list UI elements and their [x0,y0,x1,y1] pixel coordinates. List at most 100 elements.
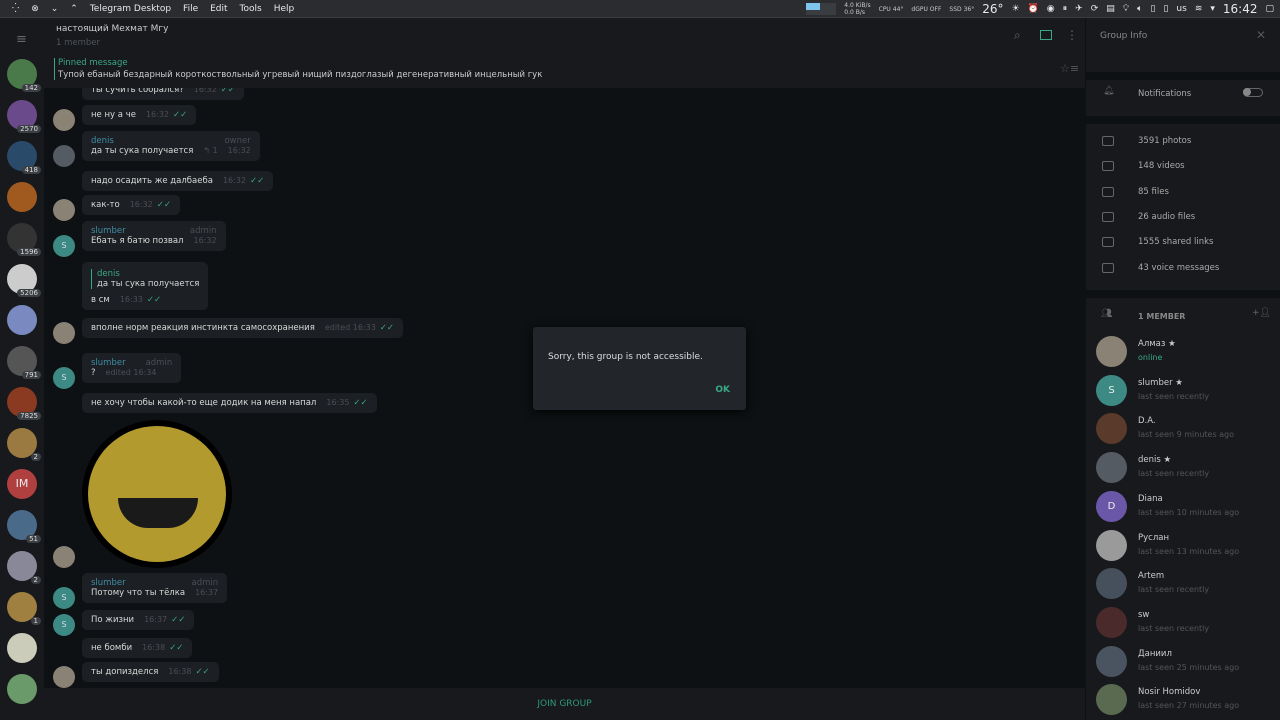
chevron-down-icon[interactable]: ⌄ [51,4,59,14]
wifi-icon[interactable]: ≋ [1195,4,1203,14]
weather-temp[interactable]: 26° [982,2,1003,16]
message-bubble[interactable]: slumber admin? edited 16:34 [82,353,182,383]
chat-list-item[interactable]: 7825 [7,387,41,420]
user-avatar[interactable] [53,145,75,167]
sender-name[interactable]: slumber [91,226,126,236]
search-icon[interactable]: ⌕ [1014,28,1021,43]
message-bubble[interactable]: slumber admin Ебать я батю позвал 16:32 [82,221,226,251]
close-window-icon[interactable]: ⊗ [31,4,39,14]
telegram-icon[interactable]: ✈ [1075,4,1083,14]
sender-name[interactable]: slumber [91,578,126,588]
shared-media-item[interactable]: 3591 photos [1138,136,1191,146]
sender-name[interactable]: denis [91,136,114,146]
message-bubble[interactable]: slumber admin Потому что ты тёлка 16:37 [82,573,228,603]
user-avatar[interactable]: S [53,587,75,609]
user-avatar[interactable] [53,322,75,344]
pause-icon[interactable]: ⏸ [1063,4,1068,14]
more-icon[interactable]: ⋮ [1066,28,1078,42]
message-bubble[interactable]: denis owner да ты сука получается ↰ 1 16:32 [82,131,260,161]
member-item[interactable]: Алмаз ★ online [1096,336,1280,368]
shared-media-item[interactable]: 85 files [1138,187,1169,197]
chat-list-item[interactable]: 5206 [7,264,41,297]
chat-list-item[interactable]: 51 [7,510,41,543]
member-item[interactable]: Artem last seen recently [1096,568,1280,600]
usb-icon[interactable]: ▯ [1151,4,1156,14]
message-bubble[interactable]: ты допизделся 16:38 ✓✓ [82,662,219,682]
chat-list-item[interactable] [7,674,37,704]
sender-name[interactable]: slumber [91,358,126,368]
menu-help[interactable]: Help [274,4,295,14]
member-item[interactable]: Sslumber ★ last seen recently [1096,374,1280,407]
show-desktop-icon[interactable]: ▢ [1265,4,1274,14]
member-item[interactable]: Даниил last seen 25 minutes ago [1096,645,1280,678]
chat-list-item[interactable]: IM [7,469,37,499]
chat-list-item[interactable]: 1 [7,592,41,625]
chevron-up-icon[interactable]: ⌃ [70,4,78,14]
user-avatar[interactable] [53,666,75,688]
shared-media-item[interactable]: 43 voice messages [1138,263,1219,273]
chat-list-item[interactable]: 2 [7,428,41,461]
close-icon[interactable]: ✕ [1256,28,1266,42]
message-bubble[interactable]: ты сучить собрался? 16:32 ✓✓ [82,88,245,100]
menu-file[interactable]: File [183,4,198,14]
chat-list-item[interactable] [7,182,37,212]
member-item[interactable]: D Diana last seen 10 minutes ago [1096,490,1280,523]
alarm-icon[interactable]: ⏰ [1028,4,1039,14]
shared-media-item[interactable]: 26 audio files [1138,212,1195,222]
chat-list-item[interactable]: 142 [7,59,41,92]
clock[interactable]: 16:42 [1223,2,1258,16]
member-item[interactable]: D.A. last seen 9 minutes ago [1096,413,1280,445]
notifications-toggle[interactable] [1243,88,1263,97]
chat-list-item[interactable]: 2570 [7,100,41,133]
bulb-icon[interactable]: 💡︎ [1123,4,1129,14]
add-member-icon[interactable]: +👤︎ [1252,308,1271,318]
shared-media-item[interactable]: 1555 shared links [1138,237,1213,247]
keyboard-layout[interactable]: us [1176,4,1186,14]
chat-list-item[interactable]: 791 [7,346,41,379]
reply-quote[interactable]: denis да ты сука получается [91,269,199,289]
member-item[interactable]: Руслан last seen 13 minutes ago [1096,529,1280,562]
message-bubble[interactable]: не хочу чтобы какой-то еще додик на меня… [82,393,377,413]
message-bubble[interactable]: не бомби 16:38 ✓✓ [82,638,193,658]
message-bubble[interactable]: вполне норм реакция инстинкта самосохран… [82,318,404,338]
reply-count[interactable]: ↰ 1 [203,146,217,155]
menu-tools[interactable]: Tools [240,4,262,14]
message-bubble[interactable]: denis да ты сука получается в см 16:33 ✓✓ [82,262,209,310]
sidebar-toggle-icon[interactable] [1040,30,1052,40]
volume-icon[interactable]: 🔈︎ [1137,4,1142,14]
member-item[interactable]: sw last seen recently [1096,606,1280,639]
message-bubble[interactable]: не ну а че 16:32 ✓✓ [82,105,197,125]
join-group-button[interactable]: JOIN GROUP [44,688,1085,720]
chat-list-item[interactable]: 1596 [7,223,41,256]
message-bubble[interactable]: По жизни 16:37 ✓✓ [82,610,195,630]
user-avatar[interactable]: S [53,614,75,636]
update-icon[interactable]: ⟳ [1091,4,1099,14]
pager-widget[interactable] [806,3,837,15]
user-avatar[interactable]: S [53,367,75,389]
menu-edit[interactable]: Edit [210,4,227,14]
shared-media-item[interactable]: 148 videos [1138,161,1185,171]
tray-expand-icon[interactable]: ▾ [1210,4,1215,14]
ok-button[interactable]: OK [715,385,730,395]
message-bubble[interactable]: надо осадить же далбаеба 16:32 ✓✓ [82,171,274,191]
clipboard-icon[interactable]: ▤ [1106,4,1115,14]
chat-list-item[interactable]: 418 [7,141,41,174]
member-item[interactable]: denis ★ last seen recently [1096,452,1280,484]
chat-list-item[interactable]: 2 [7,551,41,584]
message-bubble[interactable]: как-то 16:32 ✓✓ [82,195,181,215]
user-avatar[interactable] [53,546,75,568]
pinned-message[interactable]: Pinned message Тупой ебаный бездарный ко… [54,58,542,80]
user-avatar[interactable] [53,109,75,131]
chat-list-item[interactable] [7,633,37,663]
pinned-list-icon[interactable]: ☆≡ [1060,62,1079,75]
discord-icon[interactable]: ◉ [1047,4,1055,14]
app-launcher-icon[interactable]: ⁛ [12,4,19,14]
hamburger-menu-icon[interactable]: ≡ [16,32,27,47]
sticker-image[interactable] [82,420,232,568]
chat-list-item[interactable] [7,305,37,335]
phone-icon[interactable]: ▯ [1163,4,1168,14]
chat-title[interactable]: настоящий Мехмат Мгу [56,24,168,34]
member-item[interactable]: Nosir Homidov last seen 27 minutes ago [1096,684,1280,716]
user-avatar[interactable] [53,199,75,221]
user-avatar[interactable]: S [53,235,75,257]
